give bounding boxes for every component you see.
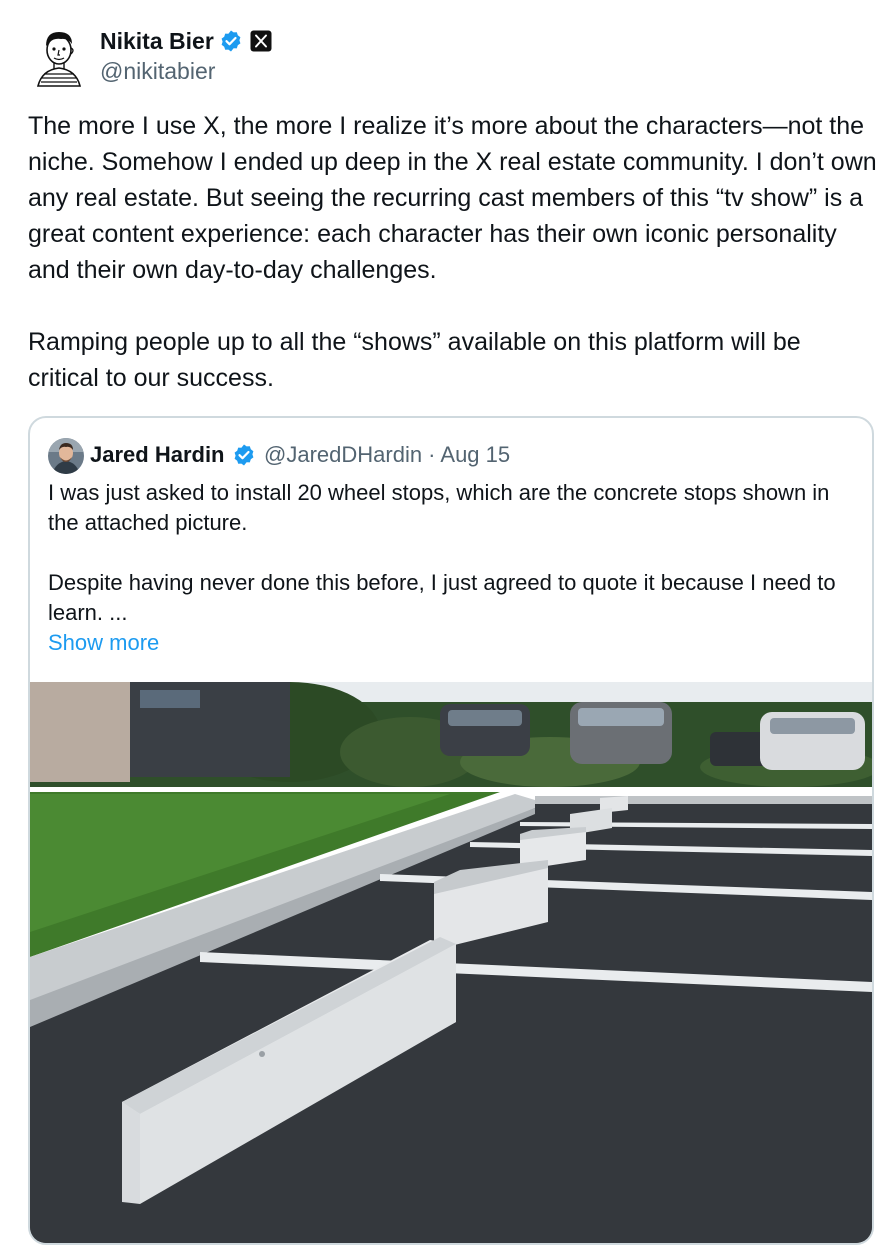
quote-author-meta[interactable]: @JaredDHardin · Aug 15 bbox=[264, 440, 510, 470]
author-handle[interactable]: @nikitabier bbox=[100, 56, 215, 86]
verified-badge-icon bbox=[232, 443, 256, 467]
quote-paragraph: I was just asked to install 20 wheel sto… bbox=[48, 480, 830, 535]
quoted-tweet[interactable]: Jared Hardin @JaredDHardin · Aug 15 I wa… bbox=[28, 416, 874, 1245]
attached-photo[interactable] bbox=[30, 682, 872, 1243]
tweet-text: The more I use X, the more I realize it’… bbox=[28, 108, 878, 396]
tweet-paragraph: The more I use X, the more I realize it’… bbox=[28, 112, 877, 284]
quote-paragraph: Despite having never done this before, I… bbox=[48, 570, 836, 625]
show-more-link[interactable]: Show more bbox=[48, 628, 159, 658]
quote-author-avatar[interactable] bbox=[48, 438, 84, 474]
author-avatar[interactable] bbox=[28, 26, 90, 88]
tweet-paragraph: Ramping people up to all the “shows” ava… bbox=[28, 328, 801, 392]
verified-badge-icon bbox=[219, 29, 243, 53]
x-logo-icon bbox=[250, 30, 272, 52]
author-name[interactable]: Nikita Bier bbox=[100, 24, 214, 58]
quote-author-name[interactable]: Jared Hardin bbox=[90, 440, 225, 470]
tweet: Nikita Bier @nikitabier The more I use X… bbox=[0, 0, 896, 1260]
quote-text: I was just asked to install 20 wheel sto… bbox=[48, 478, 860, 628]
